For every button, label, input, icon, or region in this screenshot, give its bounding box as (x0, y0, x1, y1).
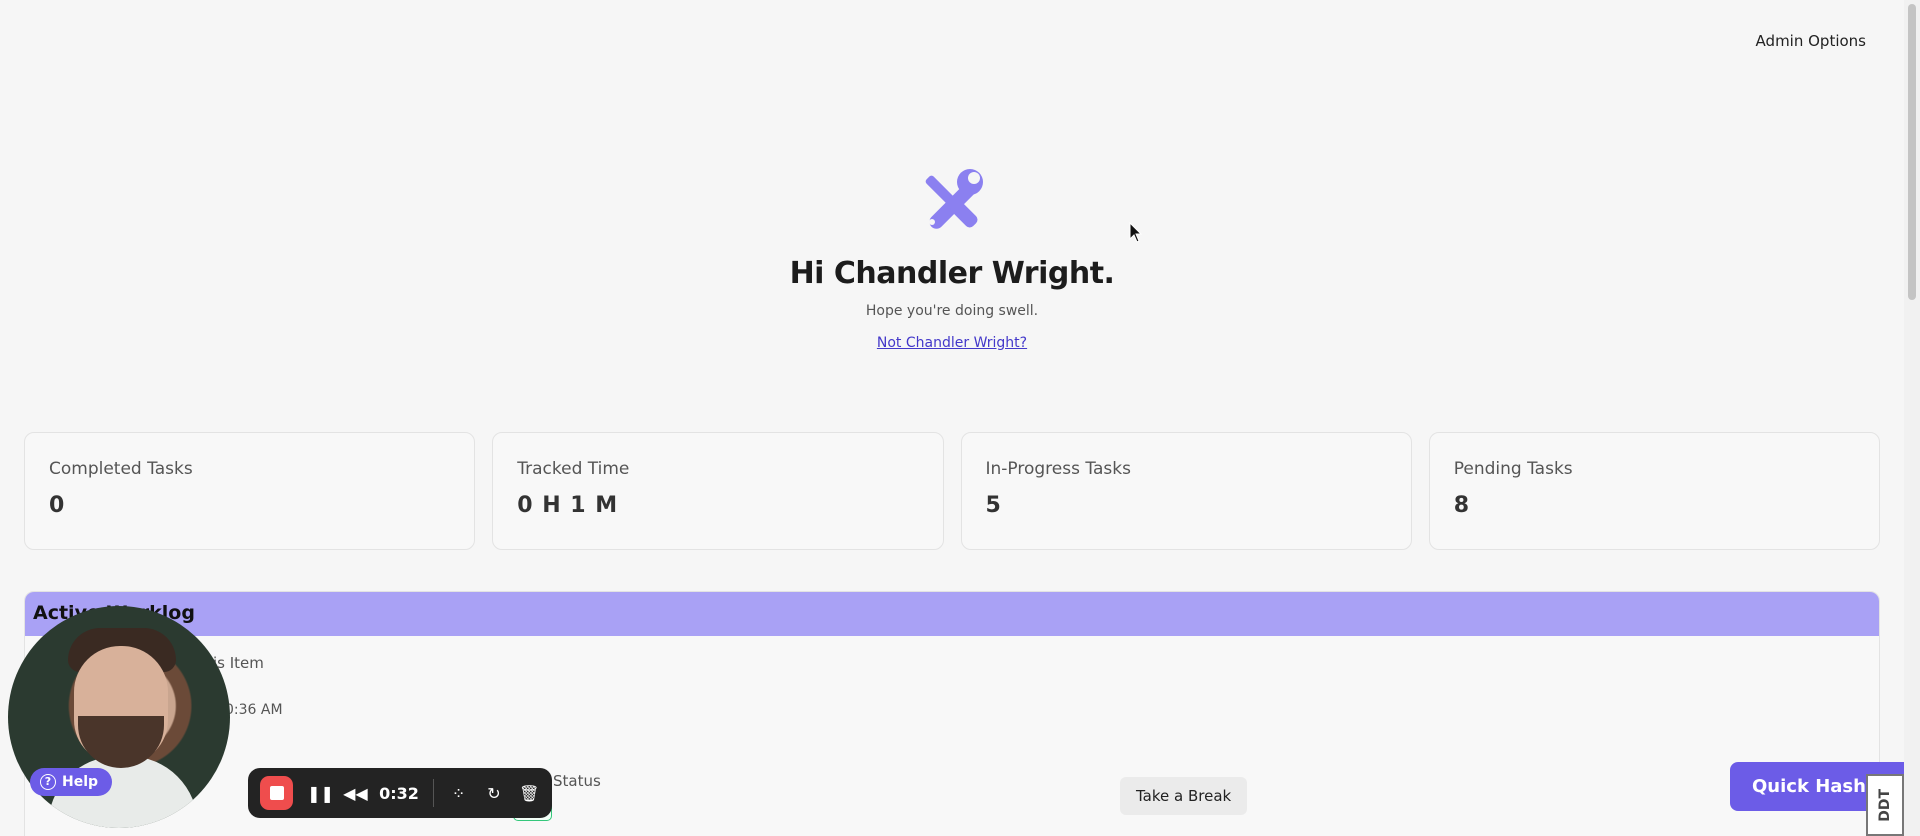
stat-value: 5 (985, 493, 1002, 518)
stats-row: Completed Tasks 0 Tracked Time 0 H 1 M I… (24, 432, 1880, 550)
recording-controls: ❚❚ ◀◀ 0:32 ⁘ ↻ 🗑 (248, 768, 552, 818)
help-icon: ? (40, 774, 56, 790)
pause-icon[interactable]: ❚❚ (307, 784, 334, 803)
stop-recording-button[interactable] (260, 776, 294, 810)
ddt-badge[interactable]: DDT (1866, 774, 1904, 836)
stat-label: Pending Tasks (1453, 459, 1573, 479)
stat-value: 8 (1453, 493, 1471, 518)
scrollbar-thumb[interactable] (1908, 4, 1916, 300)
hero-section: Hi Chandler Wright. Hope you're doing sw… (0, 168, 1904, 351)
worklog-item-label: is Item (213, 654, 264, 672)
ddt-label: DDT (1877, 788, 1893, 822)
stat-card-in-progress-tasks: In-Progress Tasks 5 (960, 432, 1412, 550)
help-label: Help (62, 774, 99, 790)
greeting-heading: Hi Chandler Wright. (789, 256, 1115, 291)
tools-icon (918, 168, 986, 236)
take-break-button[interactable]: Take a Break (1120, 777, 1248, 815)
stat-card-completed-tasks: Completed Tasks 0 (24, 432, 476, 550)
divider (432, 779, 434, 807)
worklog-status-label: Status (553, 772, 601, 790)
stat-card-pending-tasks: Pending Tasks 8 (1428, 432, 1880, 550)
mouse-cursor-icon (1129, 222, 1143, 243)
not-user-link[interactable]: Not Chandler Wright? (877, 335, 1027, 351)
restart-icon[interactable]: ↻ (483, 784, 504, 803)
stat-card-tracked-time: Tracked Time 0 H 1 M (492, 432, 944, 550)
admin-options-link[interactable]: Admin Options (1756, 32, 1866, 50)
grid-icon[interactable]: ⁘ (448, 784, 469, 803)
greeting-subtitle: Hope you're doing swell. (865, 303, 1039, 319)
stop-icon (269, 786, 284, 800)
stat-label: Tracked Time (517, 459, 630, 479)
trash-icon[interactable]: 🗑 (519, 784, 540, 803)
rewind-icon[interactable]: ◀◀ (343, 784, 368, 803)
stat-value: 0 H 1 M (517, 493, 619, 518)
recording-time: 0:32 (379, 783, 419, 803)
help-button[interactable]: ? Help (30, 768, 113, 796)
stat-label: Completed Tasks (49, 459, 193, 479)
stat-label: In-Progress Tasks (985, 459, 1131, 479)
worklog-title: Active Worklog (25, 592, 1879, 636)
worklog-time-value: 0:36 AM (225, 702, 283, 718)
page-scrollbar[interactable] (1904, 0, 1920, 836)
stat-value: 0 (49, 493, 66, 518)
